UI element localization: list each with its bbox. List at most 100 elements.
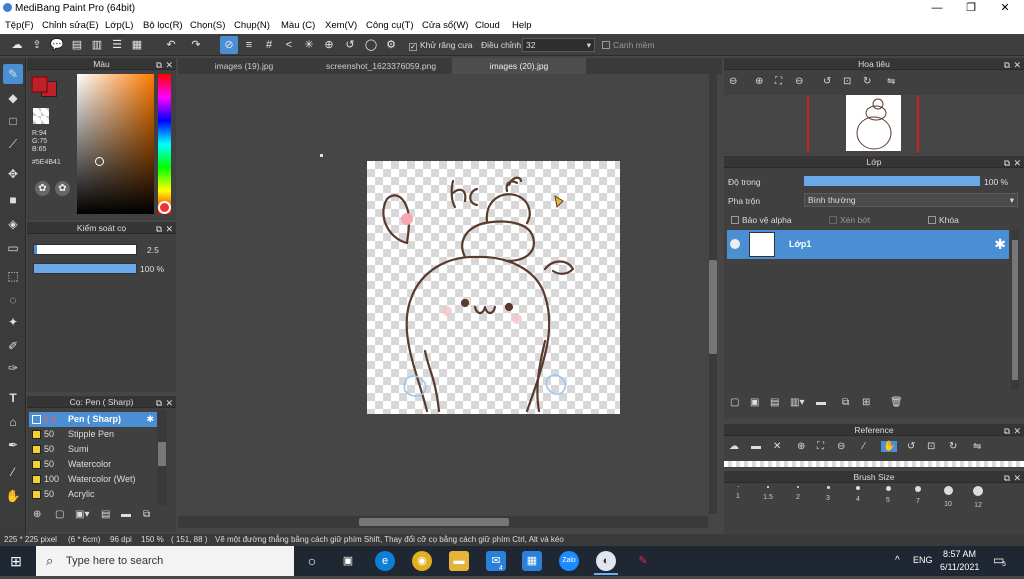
- pen-app-icon[interactable]: ✎: [633, 551, 653, 571]
- palette-icon[interactable]: ✿: [35, 181, 50, 196]
- saturation-value-picker[interactable]: [77, 74, 154, 214]
- layer-scroll-thumb[interactable]: [1012, 240, 1018, 380]
- open-file-icon[interactable]: ▬: [751, 441, 761, 452]
- navigator-preview[interactable]: [724, 95, 1024, 153]
- detach-icon[interactable]: ⧉: [1004, 425, 1010, 437]
- merge-layer-icon[interactable]: ⊞: [862, 397, 870, 408]
- color-history-icon[interactable]: ✿: [55, 181, 70, 196]
- duplicate-layer-icon[interactable]: ⧉: [842, 397, 849, 408]
- close-icon[interactable]: ✕: [165, 59, 173, 71]
- tab-images-20[interactable]: images (20).jpg: [452, 58, 586, 74]
- rotate-right-icon[interactable]: ↻: [863, 76, 871, 87]
- brush-size-slider[interactable]: [33, 244, 137, 255]
- brush-folder-icon[interactable]: ▬: [121, 509, 131, 520]
- menu-cloud[interactable]: Cloud: [475, 20, 500, 31]
- layer-settings-icon[interactable]: ✱: [994, 236, 1006, 253]
- correction-select[interactable]: 32 ▾: [522, 38, 595, 52]
- radial-line-icon[interactable]: ⊕: [320, 36, 338, 54]
- lasso-tool-icon[interactable]: ◌: [3, 290, 23, 310]
- clipping-toggle[interactable]: Xén bớt: [829, 215, 870, 225]
- close-icon[interactable]: ✕: [1013, 59, 1021, 71]
- canvas-vertical-scrollbar[interactable]: [709, 74, 717, 514]
- medibang-app-icon[interactable]: ◐: [596, 551, 616, 571]
- menu-file[interactable]: Tệp(F): [5, 20, 34, 31]
- maximize-button[interactable]: ❐: [954, 0, 988, 17]
- brush-duplicate-icon[interactable]: ⧉: [143, 509, 150, 520]
- transparent-swatch[interactable]: [33, 108, 49, 124]
- new-layer-icon[interactable]: ▢: [730, 397, 739, 408]
- cloud-open-icon[interactable]: ☁: [729, 441, 739, 452]
- select-eraser-tool-icon[interactable]: ✑: [3, 358, 23, 378]
- color-cursor[interactable]: [95, 157, 104, 166]
- protect-alpha-toggle[interactable]: Bảo vệ alpha: [731, 215, 792, 225]
- hand-icon[interactable]: ✋: [881, 441, 898, 452]
- export-icon[interactable]: ⇪: [28, 36, 46, 54]
- detach-icon[interactable]: ⧉: [156, 223, 162, 235]
- lock-toggle[interactable]: Khóa: [928, 215, 959, 225]
- brush-size-preset[interactable]: 3: [818, 486, 838, 502]
- snap-soft-toggle[interactable]: Canh mềm: [602, 40, 655, 50]
- brush-item[interactable]: 50 Stipple Pen: [29, 427, 157, 442]
- protect-alpha-checkbox[interactable]: [731, 216, 739, 224]
- brush-size-preset[interactable]: 7: [908, 486, 928, 505]
- rectangle-tool-icon[interactable]: □: [3, 111, 23, 131]
- snap-soft-checkbox[interactable]: [602, 41, 610, 49]
- layer-row[interactable]: Lớp1 ✱: [727, 230, 1009, 259]
- lock-checkbox[interactable]: [928, 216, 936, 224]
- windows-start-icon[interactable]: ⊞: [6, 551, 26, 571]
- cross-snap-icon[interactable]: #: [260, 36, 278, 54]
- menu-capture[interactable]: Chụp(N): [234, 20, 270, 31]
- antialias-toggle[interactable]: ✓ Khử răng cưa: [409, 40, 473, 51]
- brush-size-preset[interactable]: 1: [728, 486, 748, 500]
- snap-off-icon[interactable]: ⊘: [220, 36, 238, 54]
- hue-handle[interactable]: [158, 201, 171, 214]
- text-tool-icon[interactable]: T: [3, 388, 23, 408]
- new-8bit-layer-icon[interactable]: ▤: [770, 397, 779, 408]
- rotate-left-icon[interactable]: ↺: [823, 76, 831, 87]
- close-icon[interactable]: ✕: [1013, 157, 1021, 169]
- redo-icon[interactable]: ↷: [187, 36, 205, 54]
- menu-select[interactable]: Chọn(S): [190, 20, 225, 31]
- zoom-in-icon[interactable]: ⊕: [797, 441, 805, 452]
- reset-view-icon[interactable]: ⊡: [843, 76, 851, 87]
- drawing-canvas[interactable]: [367, 161, 620, 414]
- brush-add-menu-icon[interactable]: ▣▾: [75, 509, 89, 520]
- minimize-button[interactable]: —: [920, 0, 954, 17]
- close-button[interactable]: ✕: [988, 0, 1022, 17]
- brush-item[interactable]: 100 Watercolor (Wet): [29, 472, 157, 487]
- menu-help[interactable]: Help: [512, 20, 532, 31]
- new-brush-icon[interactable]: ▢: [55, 509, 64, 520]
- clock-date[interactable]: 6/11/2021: [940, 562, 979, 572]
- select-pen-tool-icon[interactable]: ✐: [3, 336, 23, 356]
- menu-layer[interactable]: Lớp(L): [105, 20, 133, 31]
- gear-icon[interactable]: ✱: [146, 412, 154, 427]
- circle-snap-icon[interactable]: ◯: [362, 36, 380, 54]
- canvas-vertical-scroll-thumb[interactable]: [709, 260, 717, 354]
- mail-icon[interactable]: ✉ 4: [486, 551, 506, 572]
- delete-layer-icon[interactable]: 🗑: [890, 397, 903, 408]
- new-halftone-layer-icon[interactable]: ▣: [750, 397, 759, 408]
- menu-view[interactable]: Xem(V): [325, 20, 357, 31]
- menu-tools[interactable]: Công cụ(T): [366, 20, 414, 31]
- fill-rect-tool-icon[interactable]: ■: [3, 190, 23, 210]
- undo-icon[interactable]: ↶: [162, 36, 180, 54]
- cloud-icon[interactable]: ☁: [8, 36, 26, 54]
- clock-time[interactable]: 8:57 AM: [943, 549, 976, 559]
- brush-size-preset[interactable]: 10: [938, 486, 958, 508]
- flip-icon[interactable]: ⇋: [973, 441, 981, 452]
- store-icon[interactable]: ▦: [522, 551, 542, 571]
- list-icon[interactable]: ☰: [108, 36, 126, 54]
- rotate-right-icon[interactable]: ↻: [949, 441, 957, 452]
- grid-icon[interactable]: ▦: [128, 36, 146, 54]
- taskbar-search-box[interactable]: ⌕ Type here to search: [36, 546, 294, 576]
- zalo-icon[interactable]: Zalo: [559, 551, 579, 571]
- detach-icon[interactable]: ⧉: [1004, 472, 1010, 484]
- radial-snap-icon[interactable]: ✳: [300, 36, 318, 54]
- brush-item[interactable]: 2.5 Pen ( Sharp) ✱: [29, 412, 157, 427]
- close-reference-icon[interactable]: ✕: [773, 441, 781, 452]
- detach-icon[interactable]: ⧉: [1004, 59, 1010, 71]
- bucket-tool-icon[interactable]: ◈: [3, 214, 23, 234]
- eyedropper-icon[interactable]: ⁄: [863, 441, 865, 452]
- brush-item[interactable]: 50 Acrylic: [29, 487, 157, 502]
- brush-size-preset[interactable]: 5: [878, 486, 898, 504]
